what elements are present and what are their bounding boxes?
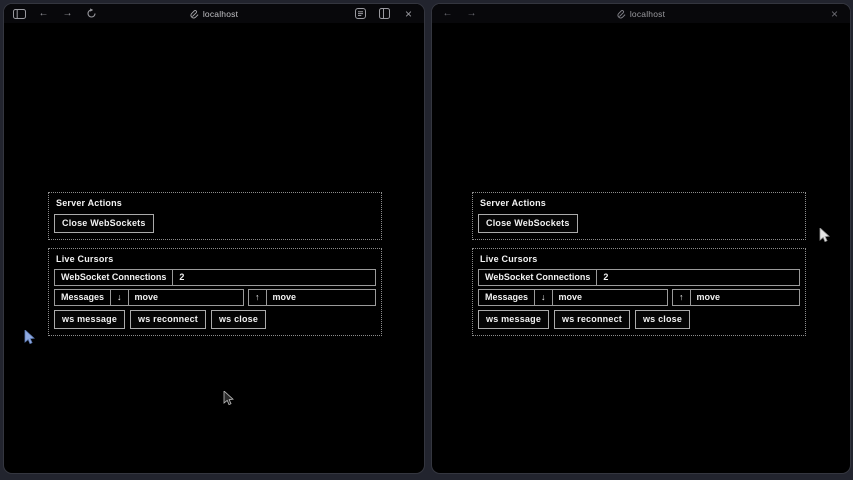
connections-value: 2 [597,270,799,285]
close-websockets-button[interactable]: Close WebSockets [478,214,578,233]
outbound-message-value: move [691,290,800,305]
forward-button[interactable]: → [465,7,478,20]
arrow-up-icon: ↑ [249,290,267,305]
live-cursors-title: Live Cursors [480,254,799,264]
outbound-message-value: move [267,290,376,305]
messages-row: Messages ↓ move ↑ move [54,289,376,306]
close-window-button[interactable]: × [828,7,841,20]
arrow-down-icon: ↓ [535,290,553,305]
messages-inbound-box: Messages ↓ move [54,289,244,306]
arrow-down-icon: ↓ [111,290,129,305]
page-content: Server Actions Close WebSockets Live Cur… [472,192,806,336]
connections-row: WebSocket Connections 2 [54,269,376,286]
messages-label: Messages [55,290,111,305]
ws-buttons-row: ws message ws reconnect ws close [54,310,376,329]
address-display[interactable]: localhost [432,4,850,23]
ws-close-button[interactable]: ws close [635,310,690,329]
back-button[interactable]: ← [441,7,454,20]
ws-close-button[interactable]: ws close [211,310,266,329]
desktop: { "windows": [ { "titlebar": { "url": "l… [0,0,853,480]
page-content: Server Actions Close WebSockets Live Cur… [48,192,382,336]
forward-button[interactable]: → [61,7,74,20]
live-cursors-title: Live Cursors [56,254,375,264]
url-text: localhost [630,9,665,19]
server-actions-panel: Server Actions Close WebSockets [48,192,382,240]
messages-outbound-box: ↑ move [672,289,800,306]
link-icon [617,9,626,19]
connections-row: WebSocket Connections 2 [478,269,800,286]
ws-message-button[interactable]: ws message [478,310,549,329]
close-window-button[interactable]: × [402,7,415,20]
connections-label: WebSocket Connections [55,270,173,285]
link-icon [190,9,199,19]
messages-row: Messages ↓ move ↑ move [478,289,800,306]
ws-reconnect-button[interactable]: ws reconnect [130,310,206,329]
messages-label: Messages [479,290,535,305]
titlebar: ← → localhost × [4,4,424,23]
titlebar: ← → localhost × [432,4,850,23]
server-actions-panel: Server Actions Close WebSockets [472,192,806,240]
server-actions-title: Server Actions [480,198,799,208]
inbound-message-value: move [553,290,667,305]
arrow-up-icon: ↑ [673,290,691,305]
messages-inbound-box: Messages ↓ move [478,289,668,306]
split-view-icon[interactable] [378,7,391,20]
live-cursors-panel: Live Cursors WebSocket Connections 2 Mes… [472,248,806,336]
browser-window-right: ← → localhost × Server Actions Close Web… [431,3,851,474]
reload-button[interactable] [85,7,98,20]
inbound-message-value: move [129,290,243,305]
ws-message-button[interactable]: ws message [54,310,125,329]
browser-window-left: ← → localhost × Server Actions Close Web… [3,3,425,474]
close-websockets-button[interactable]: Close WebSockets [54,214,154,233]
url-text: localhost [203,9,238,19]
reader-view-icon[interactable] [354,7,367,20]
connections-label: WebSocket Connections [479,270,597,285]
server-actions-title: Server Actions [56,198,375,208]
ws-reconnect-button[interactable]: ws reconnect [554,310,630,329]
back-button[interactable]: ← [37,7,50,20]
messages-outbound-box: ↑ move [248,289,376,306]
live-cursors-panel: Live Cursors WebSocket Connections 2 Mes… [48,248,382,336]
connections-value: 2 [173,270,375,285]
ws-buttons-row: ws message ws reconnect ws close [478,310,800,329]
sidebar-toggle-icon[interactable] [13,7,26,20]
